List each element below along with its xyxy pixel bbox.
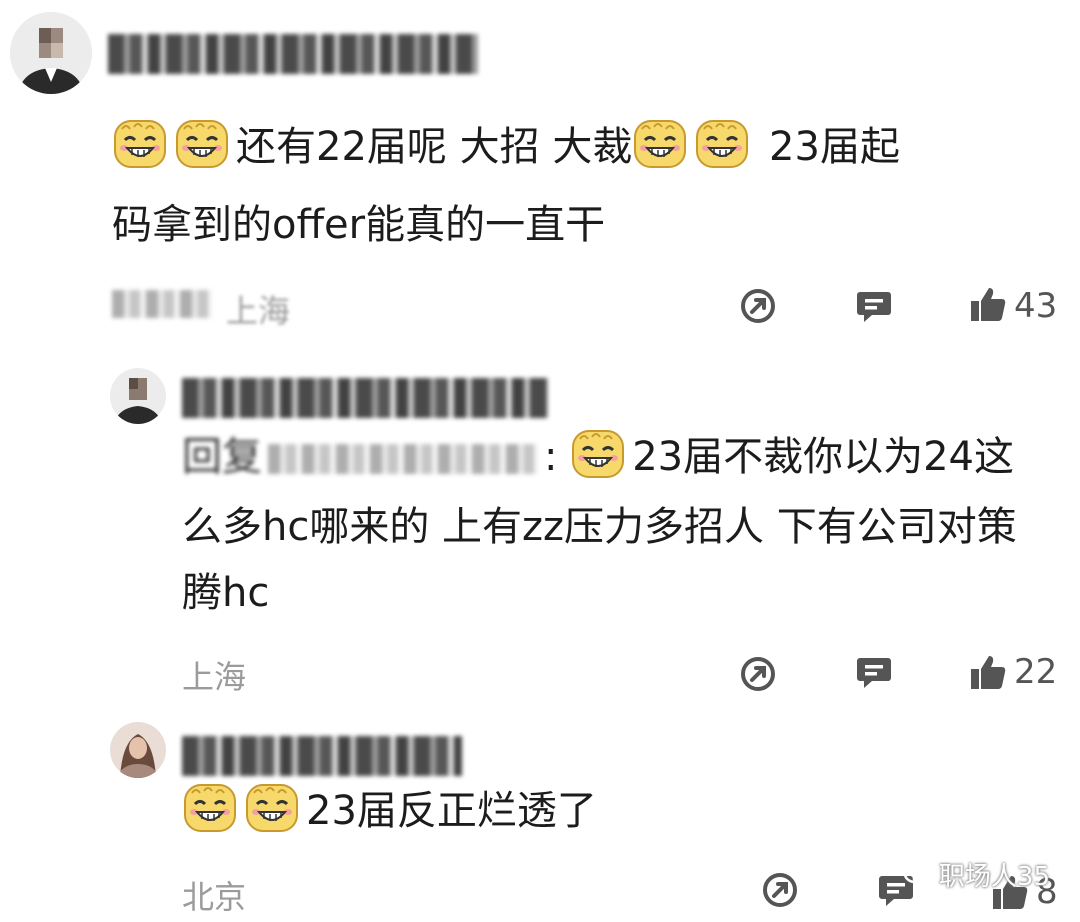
grin-emoji-icon [570, 426, 626, 482]
reply-text-line: 腾hc [182, 570, 270, 616]
like-count: 43 [1014, 286, 1058, 326]
grin-emoji-icon [112, 116, 168, 172]
share-icon[interactable] [760, 870, 800, 910]
grin-emoji-icon [182, 780, 238, 836]
reply-text-line: 么多hc哪来的 上有zz压力多招人 下有公司对策 [182, 504, 1017, 550]
wechat-icon [903, 864, 932, 887]
comment-text-part: 还有22届呢 大招 大裁 [236, 124, 633, 170]
avatar[interactable] [110, 368, 166, 424]
username[interactable] [182, 378, 548, 418]
comment-icon[interactable] [854, 286, 894, 326]
reply-prefix: 回复 [182, 434, 262, 480]
avatar[interactable] [110, 722, 166, 778]
timestamp [112, 290, 212, 318]
thumbs-up-icon[interactable] [968, 652, 1008, 692]
grin-emoji-icon [244, 780, 300, 836]
share-icon[interactable] [738, 286, 778, 326]
location: 上海 [182, 658, 247, 696]
location: 上海 [226, 292, 291, 330]
like-count: 22 [1014, 652, 1058, 692]
location: 北京 [182, 878, 247, 916]
watermark: 职场人35 [903, 856, 1050, 893]
watermark-text: 职场人35 [938, 862, 1050, 892]
username[interactable] [108, 34, 478, 74]
grin-emoji-icon [632, 116, 688, 172]
reply-text-part: 23届反正烂透了 [306, 788, 597, 834]
grin-emoji-icon [694, 116, 750, 172]
reply-text-part: 23届不裁你以为24这 [632, 434, 1014, 480]
avatar[interactable] [10, 12, 92, 94]
comment-text-line: 码拿到的offer能真的一直干 [112, 202, 606, 248]
comment-text-part: 23届起 [769, 124, 900, 170]
reply-text: 23届反正烂透了 [182, 776, 1062, 846]
grin-emoji-icon [174, 116, 230, 172]
share-icon[interactable] [738, 654, 778, 694]
reply-text: 回复: 23届不裁你以为24这 [182, 422, 1062, 492]
thumbs-up-icon[interactable] [968, 284, 1008, 324]
reply-target[interactable] [268, 444, 538, 474]
comment-icon[interactable] [854, 652, 894, 692]
comment-text: 还有22届呢 大招 大裁 23届起 [112, 112, 1052, 182]
username[interactable] [182, 736, 462, 776]
